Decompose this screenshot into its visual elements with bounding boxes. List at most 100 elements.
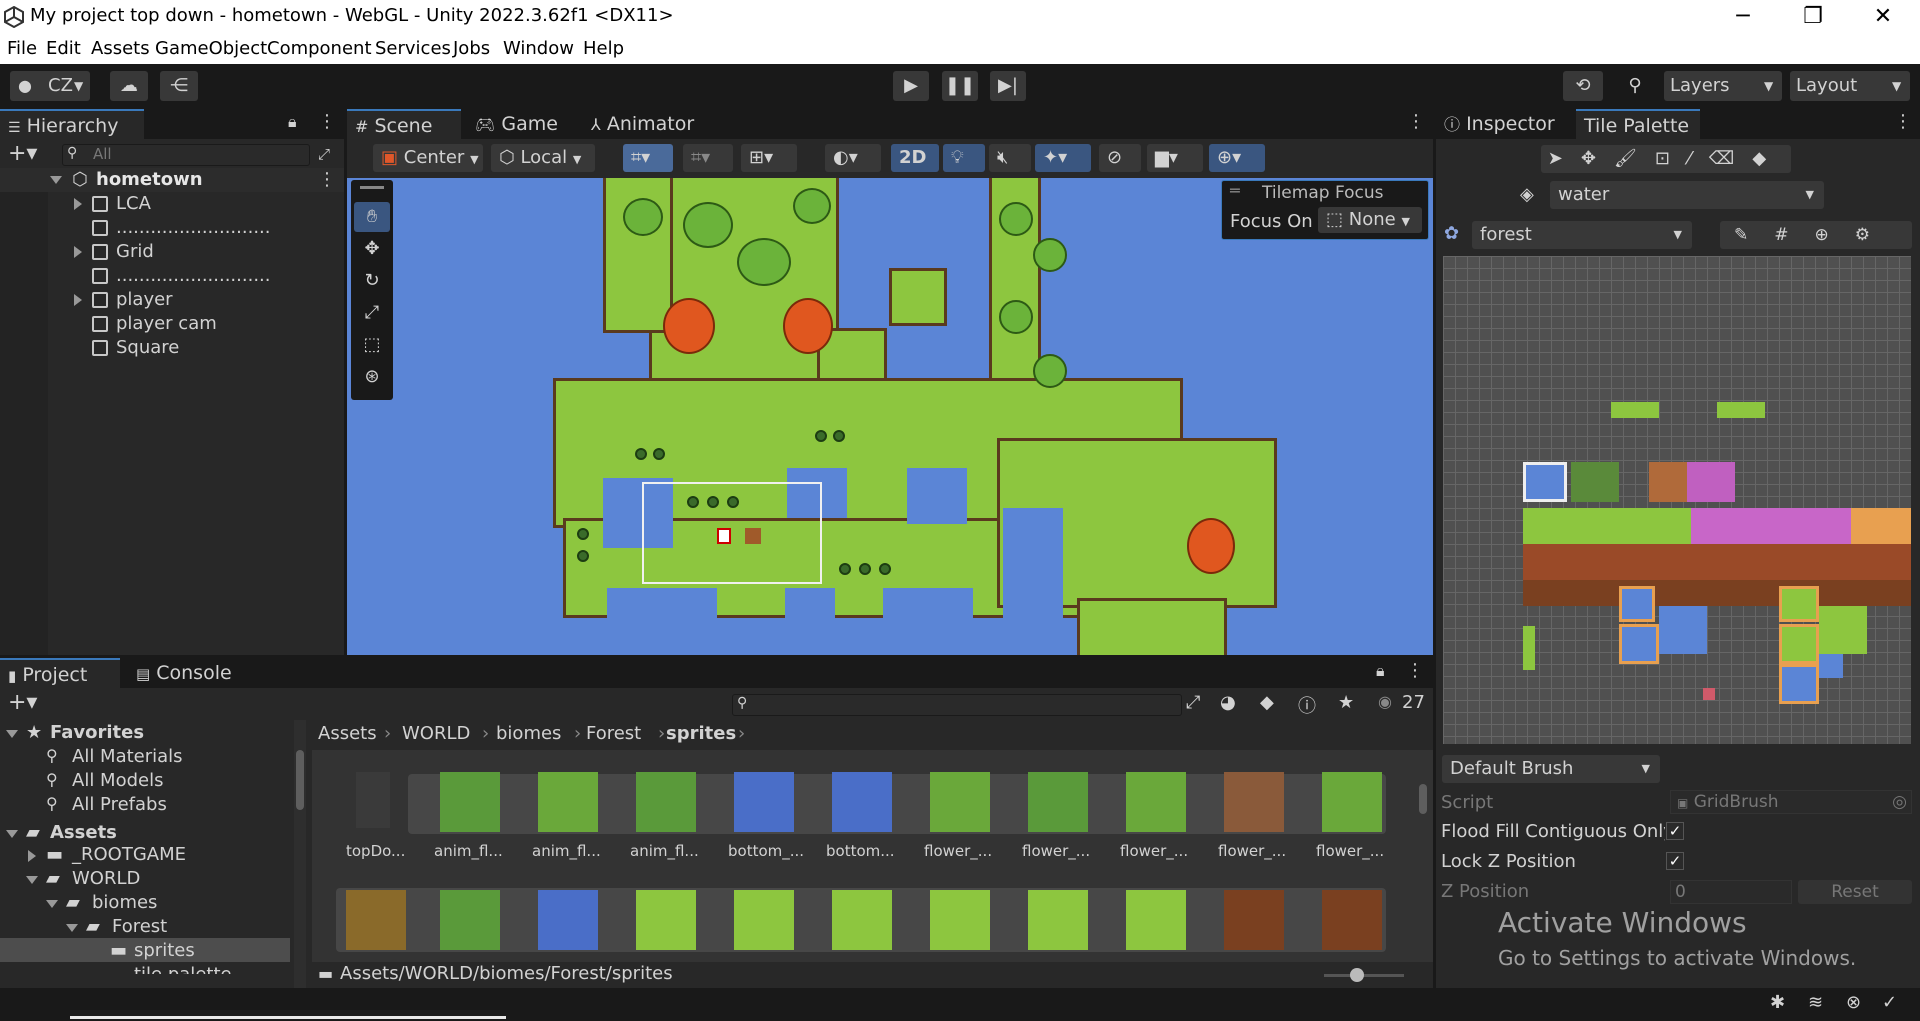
maximize-search-icon[interactable]: ⤢: [1186, 692, 1200, 713]
tab-console[interactable]: ▤ Console: [128, 658, 258, 688]
asset-thumbnail[interactable]: [832, 890, 892, 950]
account-dropdown[interactable]: ● CZ ▼: [10, 71, 90, 101]
menu-window[interactable]: Window: [503, 38, 574, 59]
star-icon[interactable]: ★: [1338, 692, 1354, 713]
asset-thumbnail[interactable]: [356, 772, 390, 828]
folder-item[interactable]: Forest: [112, 916, 167, 937]
flood-fill-checkbox[interactable]: ✓: [1666, 822, 1684, 840]
expand-icon[interactable]: [6, 730, 18, 738]
cloud-button[interactable]: ☁: [110, 71, 148, 101]
scale-tool-button[interactable]: ⤢: [354, 298, 390, 328]
layers-dropdown[interactable]: Layers ▼: [1664, 71, 1782, 101]
breadcrumb-item[interactable]: Forest: [586, 723, 641, 744]
step-button[interactable]: ▶|: [990, 71, 1026, 101]
asset-thumbnail[interactable]: [930, 890, 990, 950]
increment-snap-button[interactable]: ⌗▾: [683, 144, 733, 172]
pause-button[interactable]: ❚❚: [942, 71, 978, 101]
settings-icon[interactable]: ⚙: [1855, 225, 1896, 245]
label-icon[interactable]: ◆: [1260, 692, 1274, 713]
asset-thumbnail[interactable]: [538, 890, 598, 950]
kebab-menu-icon[interactable]: ⋮: [1894, 111, 1912, 132]
gizmo-icon[interactable]: ⊕: [1815, 225, 1855, 245]
folder-item[interactable]: biomes: [92, 892, 157, 913]
tab-hierarchy[interactable]: ☰ Hierarchy: [0, 109, 144, 139]
menu-services[interactable]: Services: [375, 38, 451, 59]
asset-thumbnail[interactable]: [636, 890, 696, 950]
palette-dropdown[interactable]: forest ▼: [1472, 221, 1692, 249]
asset-thumbnail[interactable]: [1126, 890, 1186, 950]
scrollbar-thumb[interactable]: [296, 750, 304, 810]
checkmark-icon[interactable]: ✓: [1882, 992, 1897, 1013]
asset-thumbnail[interactable]: [1224, 890, 1284, 950]
hierarchy-item-separator-1[interactable]: ...........................: [0, 216, 344, 240]
transform-tool-button[interactable]: ⊛: [354, 362, 390, 392]
filter-type-icon[interactable]: ◕: [1220, 692, 1236, 713]
maximize-search-icon[interactable]: ⤢: [318, 145, 330, 163]
focus-on-dropdown[interactable]: ⬚ None ▼: [1318, 207, 1422, 233]
drag-handle-icon[interactable]: [360, 186, 384, 189]
project-search-input[interactable]: ⚲: [732, 694, 1182, 716]
menu-assets[interactable]: Assets: [91, 38, 150, 59]
menu-file[interactable]: File: [7, 38, 37, 59]
breadcrumb-item[interactable]: biomes: [496, 723, 561, 744]
box-fill-icon[interactable]: ⊡: [1655, 148, 1688, 169]
hierarchy-root-row[interactable]: ⬡ hometown ⋮: [0, 168, 344, 192]
collapsed-arrow-icon[interactable]: [74, 198, 82, 210]
tab-game[interactable]: 🎮︎ Game: [467, 109, 567, 139]
asset-thumbnail[interactable]: [1322, 772, 1382, 832]
collapsed-arrow-icon[interactable]: [74, 246, 82, 258]
active-tilemap-dropdown[interactable]: water ▼: [1550, 181, 1824, 209]
network-icon[interactable]: ⊗: [1846, 992, 1861, 1013]
breadcrumb-item[interactable]: sprites: [666, 723, 736, 744]
asset-thumbnail[interactable]: [1126, 772, 1186, 832]
menu-gameobject[interactable]: GameObject: [155, 38, 267, 59]
slider-thumb[interactable]: [1350, 968, 1364, 982]
hierarchy-item-player[interactable]: player: [0, 288, 344, 312]
gizmos-button[interactable]: ⊕▾: [1209, 144, 1265, 172]
z-position-input[interactable]: 0: [1670, 880, 1792, 904]
tree-scrollbar[interactable]: [294, 720, 306, 988]
asset-thumbnail[interactable]: [1224, 772, 1284, 832]
fill-icon[interactable]: ◆: [1752, 148, 1784, 169]
maximize-button[interactable]: ❐: [1780, 0, 1846, 35]
hierarchy-item-grid[interactable]: Grid: [0, 240, 344, 264]
picker-icon[interactable]: ⁄: [1688, 148, 1709, 169]
play-button[interactable]: ▶: [893, 71, 929, 101]
history-button[interactable]: ⟲: [1563, 71, 1603, 101]
camera-button[interactable]: ▆▾: [1147, 144, 1203, 172]
rect-tool-button[interactable]: ⬚: [354, 330, 390, 360]
expand-icon[interactable]: [26, 876, 38, 884]
tab-animator[interactable]: ⅄ Animator: [583, 109, 703, 139]
hierarchy-search-input[interactable]: ⚲ All: [62, 144, 310, 166]
pivot-dropdown[interactable]: ▣ Center ▼: [373, 144, 483, 172]
audio-button[interactable]: 🔇︎: [989, 144, 1031, 172]
close-button[interactable]: ✕: [1850, 0, 1916, 35]
search-button[interactable]: ⚲: [1615, 71, 1655, 101]
minimize-button[interactable]: ─: [1710, 0, 1776, 35]
rotate-tool-button[interactable]: ↻: [354, 266, 390, 296]
scene-visibility-button[interactable]: ⊘: [1099, 144, 1141, 172]
asset-thumbnail[interactable]: [346, 890, 406, 950]
reset-button[interactable]: Reset: [1798, 880, 1912, 904]
asset-thumbnail[interactable]: [636, 772, 696, 832]
hierarchy-item-square[interactable]: Square: [0, 336, 344, 360]
hierarchy-item-player-cam[interactable]: player cam: [0, 312, 344, 336]
brush-icon[interactable]: 🖌︎: [1614, 148, 1655, 169]
expand-icon[interactable]: [6, 830, 18, 838]
hierarchy-item-separator-2[interactable]: ...........................: [0, 264, 344, 288]
asset-scrollbar[interactable]: [1416, 760, 1430, 960]
menu-component[interactable]: Component: [267, 38, 372, 59]
lighting-button[interactable]: 💡︎: [943, 144, 985, 172]
menu-jobs[interactable]: Jobs: [453, 38, 490, 59]
draw-mode-button[interactable]: ◐▾: [825, 144, 881, 172]
folder-item[interactable]: WORLD: [72, 868, 140, 889]
asset-thumbnail[interactable]: [734, 772, 794, 832]
kebab-menu-icon[interactable]: ⋮: [318, 111, 336, 132]
folder-item[interactable]: sprites: [134, 940, 195, 961]
expand-icon[interactable]: [50, 176, 62, 184]
collapsed-arrow-icon[interactable]: [74, 294, 82, 306]
lock-z-checkbox[interactable]: ✓: [1666, 852, 1684, 870]
grid-icon[interactable]: #: [1774, 225, 1814, 245]
space-dropdown[interactable]: ⬡ Local ▼: [491, 144, 595, 172]
select-tool-icon[interactable]: ➤: [1548, 148, 1581, 169]
